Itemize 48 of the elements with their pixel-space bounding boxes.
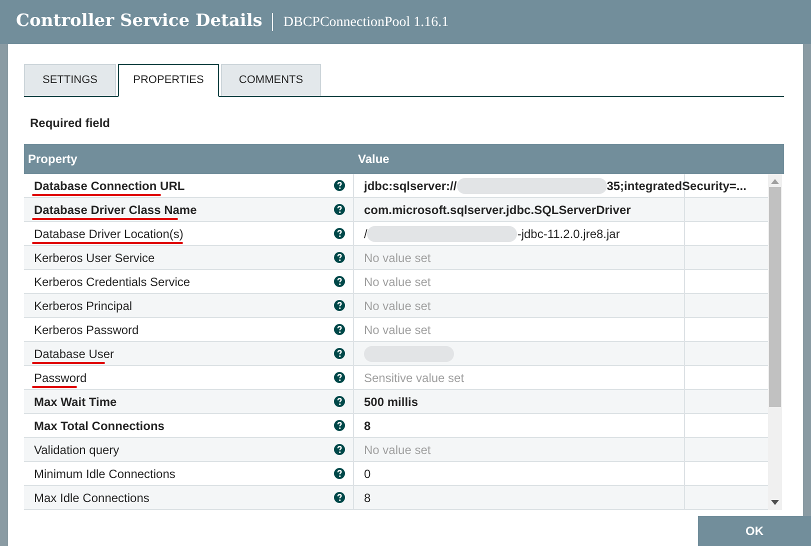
property-value[interactable]: / xyxy=(364,224,368,242)
property-value[interactable]: 35;integratedSecurity=... xyxy=(606,176,746,194)
property-name: Database User xyxy=(34,346,114,362)
help-icon[interactable] xyxy=(334,396,345,407)
property-value[interactable]: -jdbc-11.2.0.jre8.jar xyxy=(517,224,620,242)
property-value[interactable]: 8 xyxy=(364,488,371,506)
help-icon[interactable] xyxy=(334,372,345,383)
property-value[interactable]: jdbc:sqlserver:// xyxy=(364,176,457,194)
property-value[interactable]: 0 xyxy=(364,464,371,482)
dialog-subtitle: DBCPConnectionPool 1.16.1 xyxy=(283,14,449,32)
property-name: Database Driver Location(s) xyxy=(34,226,184,242)
help-icon[interactable] xyxy=(334,444,345,455)
scrollbar[interactable] xyxy=(768,174,782,510)
property-name: Max Wait Time xyxy=(34,394,117,410)
tab[interactable]: SETTINGS xyxy=(24,64,116,96)
property-name: Max Total Connections xyxy=(34,418,164,434)
property-name: Database Connection URL xyxy=(34,178,185,194)
property-name: Kerberos Credentials Service xyxy=(34,274,190,290)
required-field-note: Required field xyxy=(30,115,112,132)
column-header: Value xyxy=(357,151,390,168)
property-name: Database Driver Class Name xyxy=(34,202,197,218)
help-icon[interactable] xyxy=(334,348,345,359)
tab[interactable]: PROPERTIES xyxy=(118,64,219,97)
scroll-down-icon[interactable] xyxy=(771,500,779,505)
column-header: Property xyxy=(27,151,78,168)
help-icon[interactable] xyxy=(334,228,345,239)
property-name: Kerberos User Service xyxy=(34,250,155,266)
help-icon[interactable] xyxy=(334,300,345,311)
help-icon[interactable] xyxy=(334,468,345,479)
property-value[interactable]: 8 xyxy=(364,416,371,434)
help-icon[interactable] xyxy=(334,420,345,431)
tab[interactable]: COMMENTS xyxy=(221,64,321,96)
help-icon[interactable] xyxy=(334,252,345,263)
help-icon[interactable] xyxy=(334,324,345,335)
help-icon[interactable] xyxy=(334,276,345,287)
property-name: Kerberos Principal xyxy=(34,298,132,314)
scrollbar-thumb[interactable] xyxy=(769,187,781,407)
property-value[interactable]: 500 millis xyxy=(364,392,418,410)
dialog-title: Controller Service Details xyxy=(16,10,262,34)
property-name: Kerberos Password xyxy=(34,322,139,338)
property-name: Max Idle Connections xyxy=(34,490,150,506)
help-icon[interactable] xyxy=(334,180,345,191)
help-icon[interactable] xyxy=(334,492,345,503)
property-value[interactable]: com.microsoft.sqlserver.jdbc.SQLServerDriver xyxy=(364,200,631,218)
property-name: Validation query xyxy=(34,442,120,458)
help-icon[interactable] xyxy=(334,204,345,215)
property-name: Minimum Idle Connections xyxy=(34,466,176,482)
property-name: Password xyxy=(34,370,87,386)
